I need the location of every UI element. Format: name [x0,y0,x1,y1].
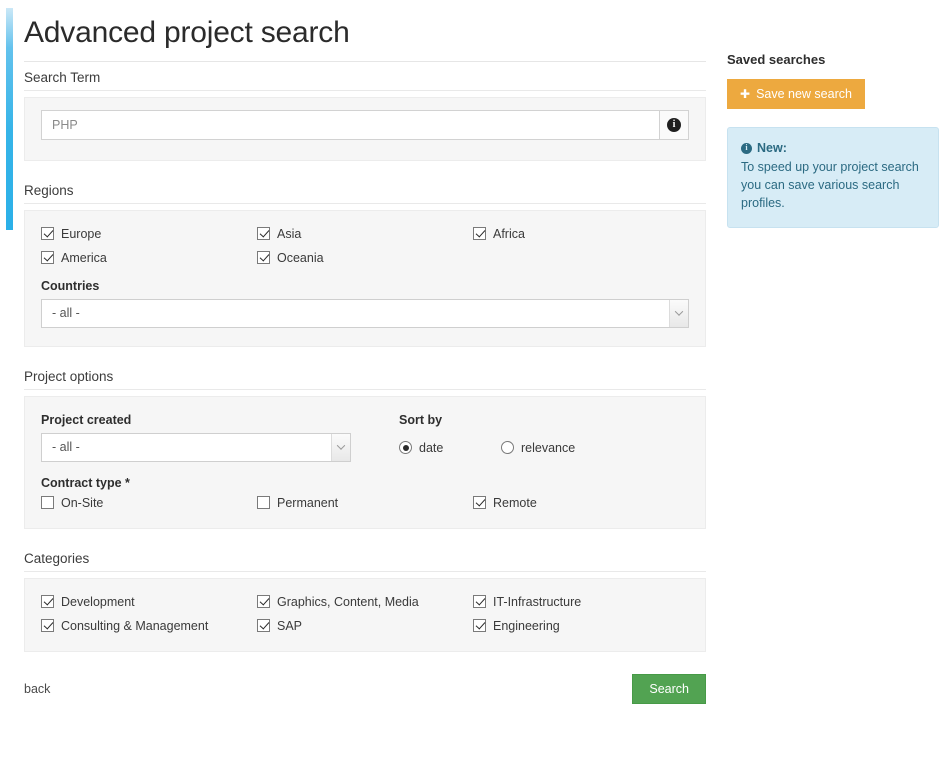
checkbox-icon [41,251,54,264]
region-checkbox-africa[interactable]: Africa [473,227,689,241]
category-label: IT-Infrastructure [493,594,582,609]
category-checkbox-it-infrastructure[interactable]: IT-Infrastructure [473,595,689,609]
region-label: America [61,250,107,265]
category-label: Development [61,594,135,609]
sort-by-radio-group: date relevance [399,441,689,455]
checkbox-icon [473,227,486,240]
title-divider [24,60,706,62]
category-checkbox-engineering[interactable]: Engineering [473,619,689,633]
project-created-select-wrap: - all - [41,432,351,462]
alert-heading-row: i New: [741,139,925,157]
contract-type-option-label: On-Site [61,495,104,510]
radio-icon [399,441,412,454]
saved-searches-sidebar: Saved searches ✚ Save new search i New: … [727,52,939,228]
sort-by-column: Sort by date relevance [381,413,689,462]
checkbox-icon [41,619,54,632]
category-checkbox-sap[interactable]: SAP [257,619,473,633]
contract-type-label: Contract type * [41,475,130,490]
search-button[interactable]: Search [632,673,706,704]
sort-by-label-relevance: relevance [521,440,576,455]
contract-type-checkbox-permanent[interactable]: Permanent [257,496,473,510]
project-options-panel: Project created - all - Sort by date rel… [24,395,706,529]
info-icon: i [741,142,752,154]
categories-checkbox-grid: Development Graphics, Content, Media IT-… [41,595,689,633]
save-new-search-label: Save new search [756,87,852,101]
checkbox-icon [473,496,486,509]
contract-type-checkbox-on-site[interactable]: On-Site [41,496,257,510]
checkbox-icon [41,227,54,240]
new-feature-alert: i New: To speed up your project search y… [727,127,939,228]
search-term-input[interactable] [41,109,659,140]
category-label: SAP [277,618,303,633]
contract-type-checkbox-remote[interactable]: Remote [473,496,689,510]
back-link[interactable]: back [24,682,50,696]
saved-searches-title: Saved searches [727,52,826,67]
sort-by-radio-date[interactable]: date [399,441,501,455]
checkbox-icon [473,595,486,608]
regions-checkbox-grid: Europe Asia Africa America Oceania [41,227,689,265]
regions-section-label: Regions [24,183,706,204]
chevron-down-icon [331,433,350,461]
checkbox-icon [473,619,486,632]
category-checkbox-development[interactable]: Development [41,595,257,609]
alert-heading: New: [757,141,787,155]
project-created-select-value: - all - [52,440,80,454]
countries-select-value: - all - [52,306,80,320]
main-form-column: Advanced project search Search Term i Re… [24,16,706,704]
category-label: Consulting & Management [61,618,209,633]
sort-by-label-date: date [419,440,444,455]
region-label: Asia [277,226,302,241]
project-created-column: Project created - all - [41,413,381,462]
page-title: Advanced project search [24,16,350,49]
region-label: Africa [493,226,525,241]
advanced-project-search-page: Advanced project search Search Term i Re… [0,0,947,767]
sort-by-radio-relevance[interactable]: relevance [501,441,603,455]
plus-icon: ✚ [740,87,751,101]
category-checkbox-graphics-content-media[interactable]: Graphics, Content, Media [257,595,473,609]
search-term-panel: i [24,96,706,161]
save-new-search-button[interactable]: ✚ Save new search [727,79,865,109]
checkbox-icon [257,496,270,509]
contract-type-option-label: Remote [493,495,537,510]
checkbox-icon [257,619,270,632]
search-input-group: i [41,109,689,140]
regions-panel: Europe Asia Africa America Oceania Count… [24,209,706,347]
region-checkbox-europe[interactable]: Europe [41,227,257,241]
countries-select[interactable]: - all - [41,298,689,328]
project-options-columns: Project created - all - Sort by date rel… [41,413,689,462]
category-checkbox-consulting-management[interactable]: Consulting & Management [41,619,257,633]
left-accent-strip [6,8,13,230]
checkbox-icon [257,227,270,240]
region-checkbox-america[interactable]: America [41,251,257,265]
project-created-label: Project created [41,412,132,427]
region-checkbox-oceania[interactable]: Oceania [257,251,473,265]
checkbox-icon [41,496,54,509]
chevron-down-icon [669,299,688,327]
categories-section-label: Categories [24,551,706,572]
grid-spacer [473,251,689,265]
sort-by-label: Sort by [399,412,443,427]
project-options-section-label: Project options [24,369,706,390]
checkbox-icon [41,595,54,608]
checkbox-icon [257,595,270,608]
region-label: Oceania [277,250,324,265]
categories-panel: Development Graphics, Content, Media IT-… [24,577,706,652]
form-footer: back Search [24,673,706,704]
category-label: Graphics, Content, Media [277,594,419,609]
info-icon: i [667,117,681,132]
region-label: Europe [61,226,102,241]
checkbox-icon [257,251,270,264]
search-term-section-label: Search Term [24,70,706,91]
contract-type-checkbox-grid: On-Site Permanent Remote [41,496,689,510]
project-created-select[interactable]: - all - [41,432,351,462]
contract-type-option-label: Permanent [277,495,339,510]
category-label: Engineering [493,618,560,633]
countries-label: Countries [41,278,100,293]
radio-icon [501,441,514,454]
region-checkbox-asia[interactable]: Asia [257,227,473,241]
countries-select-wrap: - all - [41,298,689,328]
search-term-info-button[interactable]: i [659,109,689,140]
alert-body: To speed up your project search you can … [741,160,919,211]
